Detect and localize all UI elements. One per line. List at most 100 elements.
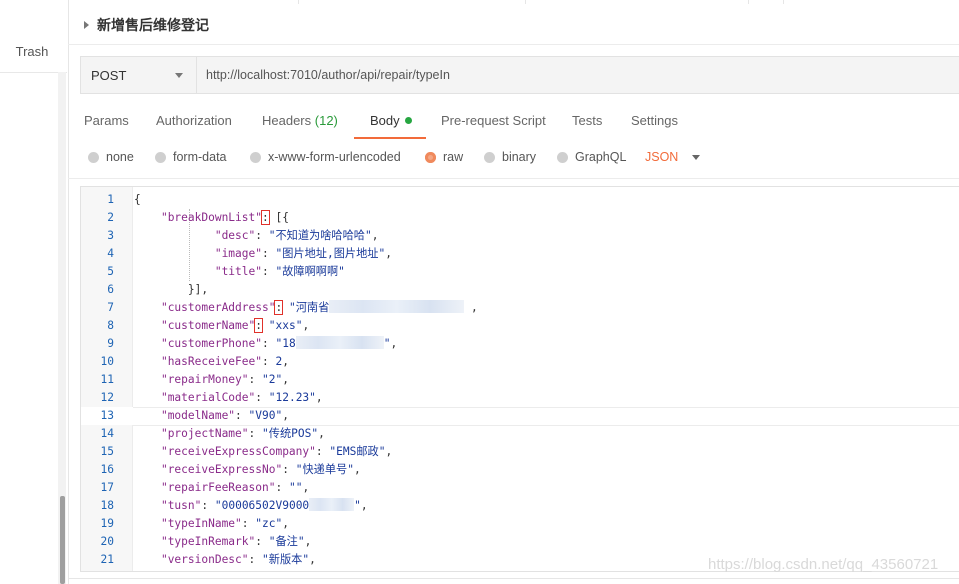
- json-colon: :: [274, 300, 284, 315]
- json-key: "desc": [214, 229, 256, 242]
- radio-binary[interactable]: binary: [484, 150, 536, 164]
- radio-circle-icon: [484, 151, 495, 163]
- code-line: 2 "breakDownList": [{: [81, 209, 959, 227]
- tab-authorization[interactable]: Authorization: [156, 113, 232, 128]
- tab-body[interactable]: Body: [370, 113, 412, 128]
- json-key: "receiveExpressNo": [160, 463, 283, 476]
- json-value: "新版本": [262, 553, 310, 566]
- url-input[interactable]: http://localhost:7010/author/api/repair/…: [206, 68, 450, 82]
- code-punctuation: ,: [282, 517, 289, 530]
- line-number: 3: [107, 229, 114, 242]
- code-text: {: [134, 191, 141, 209]
- json-value: "河南省: [288, 301, 330, 314]
- format-label: JSON: [645, 150, 679, 164]
- line-number: 20: [100, 535, 114, 548]
- json-value: "快递单号": [295, 463, 354, 476]
- json-value-end: ": [354, 499, 361, 512]
- line-number: 12: [100, 391, 114, 404]
- json-key: "projectName": [160, 427, 249, 440]
- json-colon: :: [248, 553, 256, 566]
- json-value: "V90": [248, 409, 283, 422]
- request-name-header[interactable]: 新增售后维修登记: [84, 15, 209, 35]
- line-number: 16: [100, 463, 114, 476]
- json-value: "2": [262, 373, 283, 386]
- trash-link[interactable]: Trash: [0, 44, 64, 59]
- json-colon: :: [254, 318, 263, 333]
- json-key: "typeInRemark": [160, 535, 256, 548]
- json-colon: :: [248, 373, 256, 386]
- line-number: 19: [100, 517, 114, 530]
- tab-headers[interactable]: Headers (12): [262, 113, 338, 128]
- code-punctuation: }],: [187, 283, 209, 296]
- radio-none[interactable]: none: [88, 150, 134, 164]
- json-colon: :: [262, 355, 269, 368]
- method-dropdown[interactable]: POST: [81, 57, 197, 93]
- line-number: 9: [107, 337, 114, 350]
- json-key: "breakDownList": [160, 211, 262, 224]
- line-number: 13: [100, 409, 114, 422]
- json-key: "typeInName": [160, 517, 242, 530]
- radio-graphql[interactable]: GraphQL: [557, 150, 626, 164]
- code-punctuation: ,: [471, 301, 478, 314]
- code-text: "modelName": "V90",: [134, 407, 289, 425]
- json-colon: :: [255, 229, 262, 242]
- json-colon: :: [235, 409, 242, 422]
- json-colon: :: [261, 210, 270, 225]
- json-colon: :: [255, 535, 262, 548]
- line-number: 21: [100, 553, 114, 566]
- body-active-dot-icon: [404, 117, 412, 124]
- json-colon: :: [248, 427, 256, 440]
- json-colon: :: [275, 481, 283, 494]
- code-text: "image": "图片地址,图片地址",: [134, 245, 392, 263]
- json-key: "customerName": [160, 319, 256, 332]
- radio-urlencoded-label: x-www-form-urlencoded: [268, 150, 401, 164]
- code-punctuation: [{: [275, 211, 289, 224]
- tab-settings[interactable]: Settings: [631, 113, 678, 128]
- line-number: 11: [100, 373, 114, 386]
- code-line: 3 "desc": "不知道为啥哈哈哈",: [81, 227, 959, 245]
- tab-params[interactable]: Params: [84, 113, 129, 128]
- code-punctuation: ,: [302, 319, 310, 332]
- json-value: "图片地址,图片地址": [275, 247, 386, 260]
- code-punctuation: ,: [282, 373, 289, 386]
- watermark: https://blog.csdn.net/qq_43560721: [708, 556, 939, 573]
- code-editor[interactable]: 1{2 "breakDownList": [{3 "desc": "不知道为啥哈…: [80, 186, 959, 572]
- tab-pre-request-script[interactable]: Pre-request Script: [441, 113, 546, 128]
- json-key: "hasReceiveFee": [160, 355, 262, 368]
- redacted-blur: [295, 336, 384, 349]
- active-tab-indicator: [354, 137, 426, 139]
- code-line: 16 "receiveExpressNo": "快递单号",: [81, 461, 959, 479]
- code-line: 10 "hasReceiveFee": 2,: [81, 353, 959, 371]
- line-number: 4: [107, 247, 114, 260]
- json-value: "不知道为啥哈哈哈": [268, 229, 372, 242]
- code-text: "projectName": "传统POS",: [134, 425, 325, 443]
- radio-circle-icon: [155, 151, 166, 163]
- line-number: 14: [100, 427, 114, 440]
- radio-x-www-form-urlencoded[interactable]: x-www-form-urlencoded: [250, 150, 401, 164]
- code-punctuation: ,: [282, 409, 289, 422]
- radio-raw[interactable]: raw: [425, 150, 463, 164]
- json-key: "customerPhone": [160, 337, 262, 350]
- json-key: "repairMoney": [160, 373, 249, 386]
- code-line: 9 "customerPhone": "18 ",: [81, 335, 959, 353]
- json-key: "image": [214, 247, 262, 260]
- format-dropdown[interactable]: JSON: [645, 150, 701, 164]
- code-punctuation: ,: [385, 445, 393, 458]
- code-line: 8 "customerName": "xxs",: [81, 317, 959, 335]
- sidebar-scrollbar-thumb[interactable]: [60, 496, 65, 584]
- chevron-down-icon: [692, 154, 701, 160]
- code-line: 4 "image": "图片地址,图片地址",: [81, 245, 959, 263]
- radio-form-data[interactable]: form-data: [155, 150, 227, 164]
- code-text: "title": "故障啊啊啊": [134, 263, 345, 281]
- tab-tests[interactable]: Tests: [572, 113, 602, 128]
- code-text: "receiveExpressCompany": "EMS邮政",: [134, 443, 392, 461]
- code-lines: 1{2 "breakDownList": [{3 "desc": "不知道为啥哈…: [81, 191, 959, 569]
- code-punctuation: ,: [282, 355, 289, 368]
- collections-sidebar: Trash: [0, 0, 69, 584]
- headers-count-badge: (12): [314, 113, 338, 128]
- code-punctuation: ,: [309, 553, 316, 566]
- json-colon: :: [261, 265, 269, 278]
- caret-right-icon[interactable]: [84, 21, 89, 29]
- json-colon: :: [262, 337, 269, 350]
- code-text: "typeInName": "zc",: [134, 515, 289, 533]
